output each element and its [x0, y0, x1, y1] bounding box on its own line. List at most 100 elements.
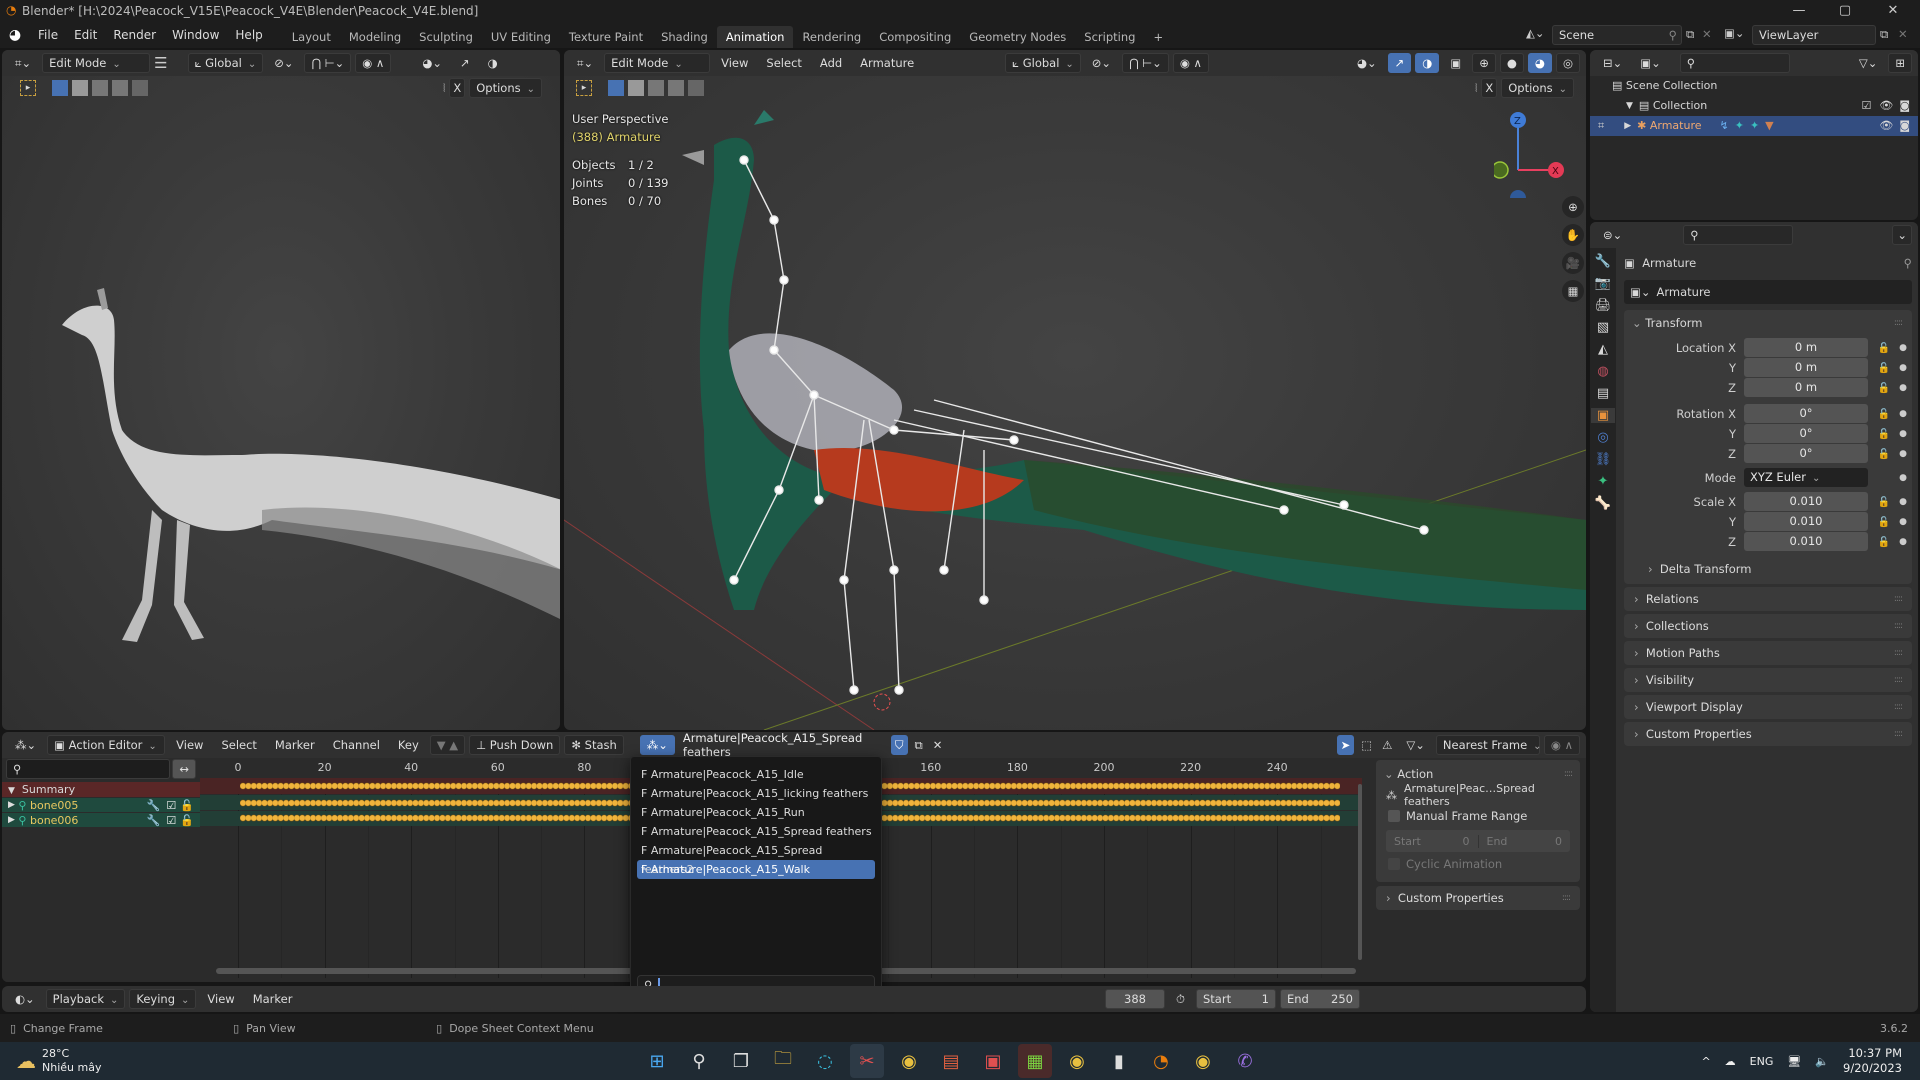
action-panel-header[interactable]: ⌄ Action:::: [1376, 764, 1580, 784]
action-name-field[interactable]: Armature|Peacock_A15_Spread feathers [683, 732, 887, 759]
rotation-mode-dropdown[interactable]: XYZ Euler [1744, 468, 1868, 487]
snap-mode-dropdown[interactable]: Nearest Frame [1435, 735, 1540, 755]
scale-z-field[interactable]: 0.010 [1744, 532, 1868, 551]
outliner-collection[interactable]: ▼ ▤ Collection ☑ 👁 ◙ [1590, 96, 1918, 116]
object-datablock-field[interactable]: ▣⌄ Armature [1624, 280, 1912, 304]
pan-view-hand-icon[interactable]: ✋ [1562, 224, 1584, 246]
menu-view[interactable]: View [200, 989, 241, 1009]
keyframe-dot-icon[interactable]: ● [1898, 517, 1908, 527]
tab-uv-editing[interactable]: UV Editing [482, 26, 560, 48]
outliner-filter-view-icon[interactable]: ▣⌄ [1633, 53, 1668, 73]
mode-dropdown[interactable]: Edit Mode [42, 53, 151, 73]
menu-select[interactable]: Select [214, 735, 263, 755]
keyframe-dot-icon[interactable]: ● [1898, 383, 1908, 393]
start-frame-field[interactable]: Start 0 [1386, 834, 1479, 848]
render-tab-icon[interactable]: 📷 [1595, 276, 1611, 291]
only-errors-icon[interactable]: ⚠ [1379, 735, 1395, 755]
outliner-scene-collection[interactable]: ▤ Scene Collection [1590, 76, 1918, 96]
action-option-walk[interactable]: F Armature|Peacock_A15_Walk [637, 860, 875, 879]
scene-tab-icon[interactable]: ◭ [1598, 342, 1608, 357]
filter-icon[interactable]: ▽⌄ [1399, 735, 1431, 755]
unlink-action-icon[interactable]: ✕ [930, 735, 946, 755]
transform-panel-header[interactable]: ⌄ Transform:::: [1624, 310, 1912, 336]
outliner-filter-icon[interactable]: ▽⌄ [1852, 53, 1884, 73]
channel-bone006[interactable]: ▶ ⚲ bone006 🔧 ☑ 🔓 [2, 812, 200, 827]
keyframe-dot-icon[interactable]: ● [1898, 473, 1908, 483]
world-tab-icon[interactable]: ◍ [1597, 364, 1608, 379]
menu-marker[interactable]: Marker [268, 735, 322, 755]
tab-scripting[interactable]: Scripting [1075, 26, 1144, 48]
tab-animation[interactable]: Animation [716, 26, 794, 48]
start-windows-icon[interactable]: ⊞ [640, 1044, 674, 1078]
volume-icon[interactable]: 🔈 [1815, 1055, 1829, 1068]
lock-icon[interactable]: 🔓 [1874, 383, 1894, 394]
hamburger-menu-icon[interactable]: ☰ [154, 54, 167, 72]
tab-compositing[interactable]: Compositing [870, 26, 960, 48]
stash-button[interactable]: ✻ Stash [564, 735, 624, 755]
mute-checkbox[interactable]: ☑ [166, 813, 176, 828]
keyframe-dot-icon[interactable]: ● [1898, 429, 1908, 439]
start-frame-field[interactable]: Start 1 [1196, 989, 1276, 1009]
push-down-button[interactable]: ⊥ Push Down [469, 735, 561, 755]
edit-mode-toggle-icon[interactable]: ⌗ [1598, 116, 1604, 136]
menu-file[interactable]: File [30, 22, 66, 48]
edge-browser-icon[interactable]: ◌ [808, 1044, 842, 1078]
physics-tab-icon[interactable]: ◎ [1597, 430, 1608, 445]
cyclic-animation-checkbox[interactable] [1388, 858, 1400, 870]
collection-tab-icon[interactable]: ▤ [1597, 386, 1609, 401]
sync-length-icon[interactable]: ↔ [172, 759, 196, 779]
keyframe-dot-icon[interactable]: ● [1898, 343, 1908, 353]
app-icon[interactable]: ▣ [976, 1044, 1010, 1078]
properties-options-dropdown[interactable]: ⌄ [1892, 225, 1912, 245]
manual-frame-range-checkbox[interactable] [1388, 810, 1400, 822]
tab-rendering[interactable]: Rendering [793, 26, 870, 48]
tab-shading[interactable]: Shading [652, 26, 717, 48]
gizmo-icon[interactable]: ↗ [453, 53, 477, 73]
render-camera-icon[interactable]: ◙ [1899, 96, 1910, 116]
menu-window[interactable]: Window [164, 22, 227, 48]
location-x-field[interactable]: 0 m [1744, 338, 1868, 357]
lock-icon[interactable]: 🔓 [1874, 517, 1894, 528]
datablock-name[interactable]: Armature [1657, 285, 1711, 299]
action-option-spread-feathers[interactable]: F Armature|Peacock_A15_Spread feathers [637, 822, 875, 841]
menu-edit[interactable]: Edit [66, 22, 105, 48]
scene-icon[interactable]: ◭⌄ [1526, 26, 1544, 40]
menu-channel[interactable]: Channel [326, 735, 387, 755]
expand-arrow-icon[interactable]: ▶ [1624, 116, 1631, 136]
main-3d-viewport[interactable]: ⌗⌄ Edit Mode View Select Add Armature ⟀ … [564, 50, 1586, 730]
show-hidden-icon[interactable]: ⬚ [1358, 735, 1375, 755]
pivot-icon[interactable]: ⊘⌄ [267, 53, 300, 73]
tab-geometry-nodes[interactable]: Geometry Nodes [960, 26, 1075, 48]
maximize-button[interactable]: ▢ [1822, 0, 1868, 22]
action-option-idle[interactable]: F Armature|Peacock_A15_Idle [637, 765, 875, 784]
object-browse-icon[interactable]: ▣⌄ [1624, 285, 1657, 299]
select-intersect-icon[interactable] [132, 80, 148, 96]
keyframe-dot-icon[interactable]: ● [1898, 363, 1908, 373]
location-y-field[interactable]: 0 m [1744, 358, 1868, 377]
nvidia-app-icon[interactable]: ▦ [1018, 1044, 1052, 1078]
view-layer-icon[interactable]: ▣⌄ [1724, 26, 1745, 40]
select-invert-icon[interactable] [112, 80, 128, 96]
mirror-icon[interactable]: ⦚ [443, 81, 445, 96]
keying-menu[interactable]: Keying [129, 989, 197, 1009]
onedrive-cloud-icon[interactable]: ☁ [1725, 1055, 1736, 1068]
action-option-run[interactable]: F Armature|Peacock_A15_Run [637, 803, 875, 822]
keyframe-dot-icon[interactable]: ● [1898, 497, 1908, 507]
object-tab-icon[interactable]: ▣ [1591, 408, 1615, 423]
view-layer-tab-icon[interactable]: ▧ [1597, 320, 1609, 335]
search-icon[interactable]: ⚲ [682, 1044, 716, 1078]
left-3d-viewport[interactable]: ⌗⌄ Edit Mode ☰ ⟀ Global ⊘⌄ ⋂ ⊢⌄ ◉ ∧ ◕⌄ ↗… [2, 50, 560, 730]
visibility-panel[interactable]: › Visibility:::: [1624, 668, 1912, 692]
menu-render[interactable]: Render [105, 22, 164, 48]
preview-range-stopwatch-icon[interactable]: ⏱ [1169, 989, 1192, 1009]
vertical-scrollbar[interactable] [1358, 784, 1362, 960]
overlay-icon[interactable]: ◑ [481, 53, 505, 73]
playback-menu[interactable]: Playback [45, 989, 126, 1009]
menu-marker[interactable]: Marker [246, 989, 300, 1009]
ms-store-icon[interactable]: ▤ [934, 1044, 968, 1078]
hide-eye-icon[interactable]: 👁 [1879, 96, 1893, 116]
action-custom-properties-panel[interactable]: › Custom Properties:::: [1376, 886, 1580, 910]
layer-down-up-icon[interactable]: ▼ ▲ [429, 735, 466, 755]
bone-tab-icon[interactable]: 🦴 [1595, 496, 1611, 511]
minimize-button[interactable]: — [1776, 0, 1822, 22]
